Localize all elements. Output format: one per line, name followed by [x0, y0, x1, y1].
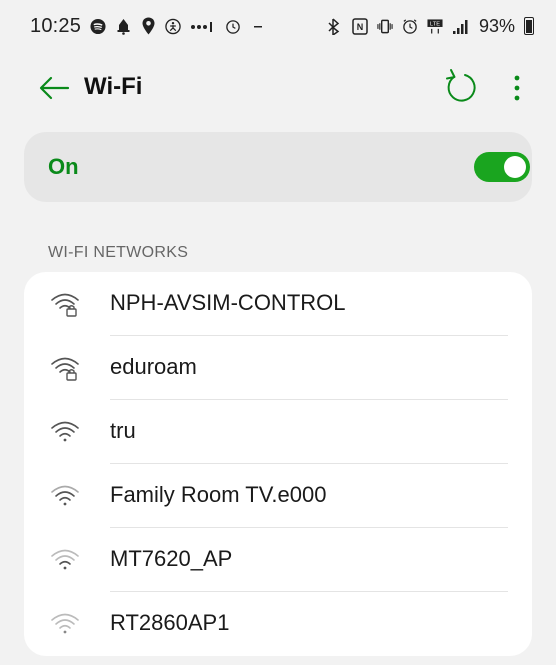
wifi-icon — [51, 485, 79, 506]
network-name: eduroam — [110, 354, 197, 379]
notification-icon — [115, 17, 131, 35]
dash-icon — [250, 17, 266, 35]
status-time: 10:25 — [30, 14, 82, 37]
network-name: MT7620_AP — [110, 546, 233, 571]
network-name: tru — [110, 418, 136, 443]
wifi-icon — [51, 421, 79, 442]
networks-list: NPH-AVSIM-CONTROL eduroam tru Family Roo… — [24, 272, 532, 656]
network-item[interactable]: MT7620_AP — [24, 528, 532, 592]
svg-text:N: N — [357, 22, 364, 32]
more-dots-icon — [190, 17, 216, 35]
status-right: N LTE 93% — [327, 16, 534, 37]
wifi-icon — [51, 549, 79, 570]
app-bar: Wi-Fi — [0, 58, 556, 118]
volte-icon: LTE — [427, 17, 443, 35]
network-item[interactable]: RT2860AP1 — [24, 592, 532, 656]
back-button[interactable] — [38, 72, 72, 104]
wifi-toggle-card[interactable]: On — [24, 132, 532, 202]
network-name: NPH-AVSIM-CONTROL — [110, 290, 346, 315]
wifi-toggle-switch[interactable] — [474, 152, 530, 182]
more-options-button[interactable] — [502, 66, 532, 110]
status-bar: 10:25 N LTE 93% — [0, 0, 556, 52]
wifi-secured-icon — [51, 357, 79, 381]
network-item[interactable]: Family Room TV.e000 — [24, 464, 532, 528]
network-item[interactable]: NPH-AVSIM-CONTROL — [24, 272, 532, 336]
network-item[interactable]: eduroam — [24, 336, 532, 400]
page-title: Wi-Fi — [84, 73, 143, 100]
network-name: RT2860AP1 — [110, 610, 230, 635]
wifi-status-label: On — [48, 154, 79, 179]
vibrate-icon — [377, 17, 393, 35]
signal-icon — [452, 17, 470, 35]
battery-percent: 93% — [478, 15, 515, 36]
network-name: Family Room TV.e000 — [110, 482, 327, 507]
alarm-icon — [225, 17, 241, 35]
alarm-icon — [402, 17, 418, 35]
location-icon — [140, 17, 156, 35]
status-left: 10:25 — [30, 15, 266, 38]
network-item[interactable]: tru — [24, 400, 532, 464]
refresh-button[interactable] — [440, 66, 482, 110]
spotify-icon — [90, 17, 106, 35]
nfc-icon: N — [352, 17, 368, 35]
toggle-knob — [504, 156, 526, 178]
svg-text:LTE: LTE — [430, 21, 440, 27]
wifi-icon — [51, 613, 79, 634]
more-vert-icon — [514, 75, 520, 101]
accessibility-icon — [165, 17, 181, 35]
wifi-secured-icon — [51, 293, 79, 317]
battery-icon — [524, 17, 534, 35]
bluetooth-icon — [327, 17, 343, 35]
section-header: WI-FI NETWORKS — [48, 244, 189, 261]
refresh-icon — [446, 69, 476, 102]
arrow-left-icon — [39, 76, 70, 100]
